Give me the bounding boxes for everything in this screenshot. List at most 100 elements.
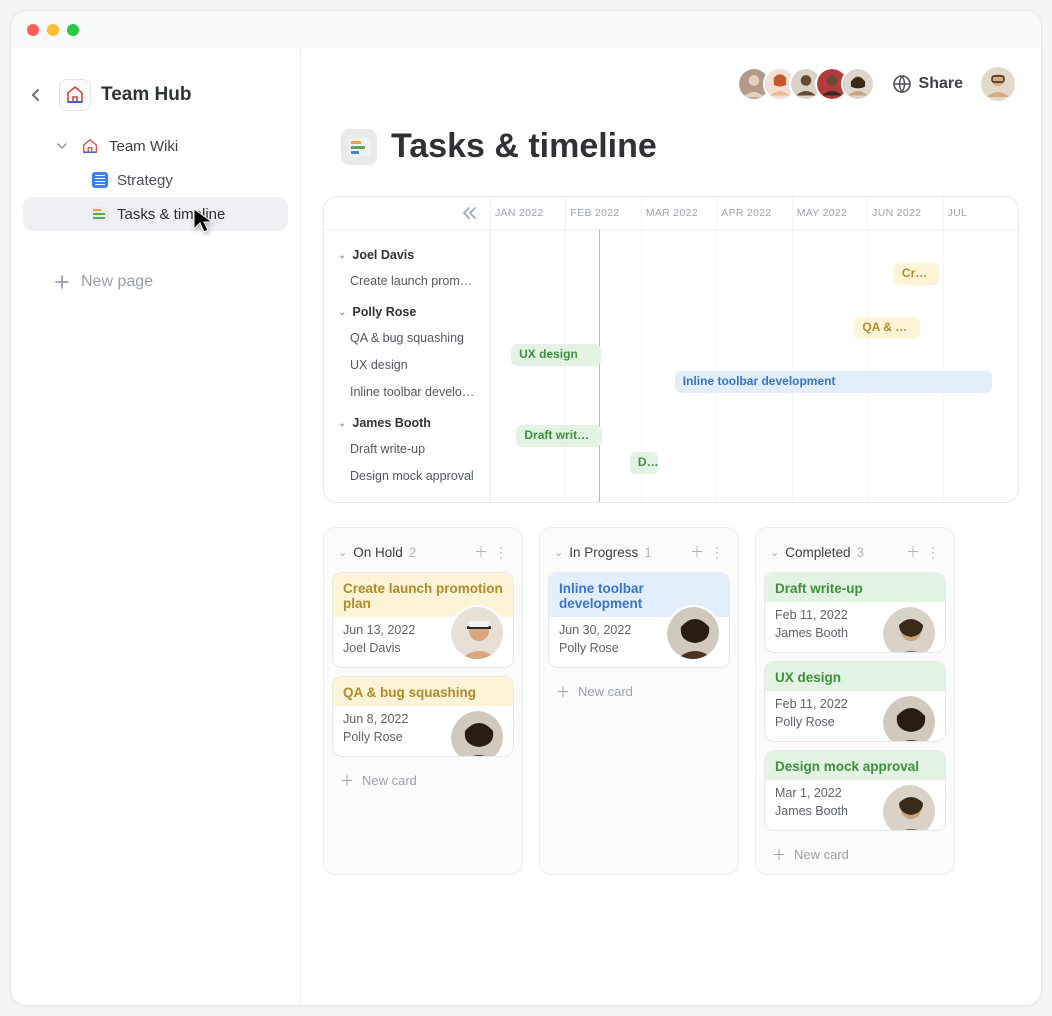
- timeline-task[interactable]: Draft write-up: [338, 436, 479, 463]
- kanban-column-completed: ⌄ Completed 3 ＋ ⋮ Draft write-up Feb 11,…: [755, 527, 955, 875]
- column-count: 1: [644, 545, 652, 560]
- topbar: Share: [323, 67, 1015, 101]
- globe-icon: [893, 75, 911, 93]
- card-title: UX design: [765, 662, 945, 691]
- window-zoom[interactable]: [67, 24, 79, 36]
- workspace-header: Team Hub: [23, 79, 288, 111]
- new-page-button[interactable]: New page: [23, 265, 288, 299]
- sidebar-tree: Team Wiki Strategy Tasks & timeline: [23, 129, 288, 299]
- timeline-bar-draft[interactable]: Draft write-…: [516, 425, 602, 447]
- sidebar-item-strategy[interactable]: Strategy: [23, 163, 288, 197]
- chevron-down-icon: [57, 141, 71, 151]
- workspace-title: Team Hub: [101, 84, 191, 106]
- new-card-label: New card: [362, 773, 417, 788]
- timeline-body: ⌄Joel Davis Create launch promot… ⌄Polly…: [324, 230, 1018, 502]
- timeline-header: JAN 2022 FEB 2022 MAR 2022 APR 2022 MAY …: [324, 197, 1018, 230]
- timeline-group[interactable]: ⌄Joel Davis: [338, 248, 479, 262]
- plus-icon: [55, 275, 69, 289]
- timeline-task[interactable]: Design mock approval: [338, 463, 479, 490]
- add-card-icon[interactable]: ＋: [690, 542, 704, 562]
- timeline-task[interactable]: Inline toolbar develop…: [338, 379, 479, 406]
- kanban-card[interactable]: Create launch promotion plan Jun 13, 202…: [332, 572, 514, 668]
- kanban-card[interactable]: UX design Feb 11, 2022 Polly Rose: [764, 661, 946, 742]
- timeline-bar-inline[interactable]: Inline toolbar development: [675, 371, 992, 393]
- chevron-down-icon: ⌄: [554, 546, 563, 559]
- card-title: Design mock approval: [765, 751, 945, 780]
- sidebar-item-label: Strategy: [117, 172, 173, 189]
- month-label: MAR 2022: [641, 197, 716, 229]
- timeline-months: JAN 2022 FEB 2022 MAR 2022 APR 2022 MAY …: [490, 197, 1018, 229]
- more-icon[interactable]: ⋮: [710, 544, 724, 561]
- main: Share Tasks & timeline: [301, 49, 1041, 1005]
- timeline-bar-ux[interactable]: UX design: [511, 344, 601, 366]
- month-label: FEB 2022: [565, 197, 640, 229]
- workspace-icon: [59, 79, 91, 111]
- timeline-widget: JAN 2022 FEB 2022 MAR 2022 APR 2022 MAY …: [323, 196, 1019, 503]
- new-card-button[interactable]: ＋ New card: [764, 839, 946, 864]
- kanban-card[interactable]: Draft write-up Feb 11, 2022 James Booth: [764, 572, 946, 653]
- column-header[interactable]: ⌄ On Hold 2 ＋ ⋮: [332, 536, 514, 572]
- new-card-button[interactable]: ＋ New card: [548, 676, 730, 701]
- card-avatar: [665, 605, 721, 661]
- page-title: Tasks & timeline: [391, 127, 657, 166]
- add-card-icon[interactable]: ＋: [906, 542, 920, 562]
- timeline-task[interactable]: Create launch promot…: [338, 268, 479, 295]
- titlebar: [11, 11, 1041, 49]
- share-button[interactable]: Share: [893, 75, 963, 93]
- timeline-bar-create[interactable]: Cre…: [894, 263, 939, 285]
- timeline-task[interactable]: UX design: [338, 352, 479, 379]
- content: Team Hub Team Wiki Strategy: [11, 49, 1041, 1005]
- kanban-column-on-hold: ⌄ On Hold 2 ＋ ⋮ Create launch promotion …: [323, 527, 523, 875]
- kanban-column-in-progress: ⌄ In Progress 1 ＋ ⋮ Inline toolbar devel…: [539, 527, 739, 875]
- card-avatar: [881, 694, 937, 742]
- month-label: APR 2022: [716, 197, 791, 229]
- kanban-card[interactable]: QA & bug squashing Jun 8, 2022 Polly Ros…: [332, 676, 514, 757]
- add-card-icon[interactable]: ＋: [474, 542, 488, 562]
- page-title-block: Tasks & timeline: [341, 127, 1019, 166]
- column-header[interactable]: ⌄ Completed 3 ＋ ⋮: [764, 536, 946, 572]
- share-label: Share: [919, 75, 963, 93]
- column-count: 2: [409, 545, 417, 560]
- kanban-card[interactable]: Inline toolbar development Jun 30, 2022 …: [548, 572, 730, 668]
- chevron-down-icon: ⌄: [338, 546, 347, 559]
- sidebar-item-label: Tasks & timeline: [117, 206, 225, 223]
- kanban-card[interactable]: Design mock approval Mar 1, 2022 James B…: [764, 750, 946, 831]
- timeline-task-list: ⌄Joel Davis Create launch promot… ⌄Polly…: [324, 230, 490, 502]
- timeline-page-icon: [341, 129, 377, 165]
- month-label: JAN 2022: [490, 197, 565, 229]
- column-header[interactable]: ⌄ In Progress 1 ＋ ⋮: [548, 536, 730, 572]
- sidebar-item-label: Team Wiki: [109, 138, 178, 155]
- timeline-grid[interactable]: Cre… QA & bu… UX design Inline toolbar d…: [490, 230, 1018, 502]
- avatar[interactable]: [841, 67, 875, 101]
- document-icon: [91, 171, 109, 189]
- timeline-group[interactable]: ⌄James Booth: [338, 416, 479, 430]
- card-avatar: [449, 605, 505, 661]
- sidebar-item-tasks-timeline[interactable]: Tasks & timeline: [23, 197, 288, 231]
- timeline-bar-qa[interactable]: QA & bu…: [854, 317, 920, 339]
- window-close[interactable]: [27, 24, 39, 36]
- plus-icon: ＋: [772, 848, 786, 862]
- column-title: Completed: [785, 545, 850, 560]
- current-user-avatar[interactable]: [981, 67, 1015, 101]
- column-title: On Hold: [353, 545, 403, 560]
- card-title: Draft write-up: [765, 573, 945, 602]
- house-icon: [81, 137, 99, 155]
- more-icon[interactable]: ⋮: [926, 544, 940, 561]
- chevron-down-icon: ⌄: [338, 418, 346, 429]
- month-label: JUL: [943, 197, 1018, 229]
- back-button[interactable]: [23, 82, 49, 108]
- new-page-label: New page: [81, 273, 153, 291]
- sidebar-item-team-wiki[interactable]: Team Wiki: [23, 129, 288, 163]
- plus-icon: ＋: [556, 685, 570, 699]
- month-label: JUN 2022: [867, 197, 942, 229]
- today-marker: [599, 230, 600, 502]
- card-title: QA & bug squashing: [333, 677, 513, 706]
- more-icon[interactable]: ⋮: [494, 544, 508, 561]
- timeline-group[interactable]: ⌄Polly Rose: [338, 305, 479, 319]
- window-minimize[interactable]: [47, 24, 59, 36]
- timeline-task[interactable]: QA & bug squashing: [338, 325, 479, 352]
- new-card-button[interactable]: ＋ New card: [332, 765, 514, 790]
- timeline-bar-design[interactable]: D…: [630, 452, 658, 474]
- collapse-sidebar-icon[interactable]: [462, 207, 476, 219]
- chevron-down-icon: ⌄: [338, 250, 346, 261]
